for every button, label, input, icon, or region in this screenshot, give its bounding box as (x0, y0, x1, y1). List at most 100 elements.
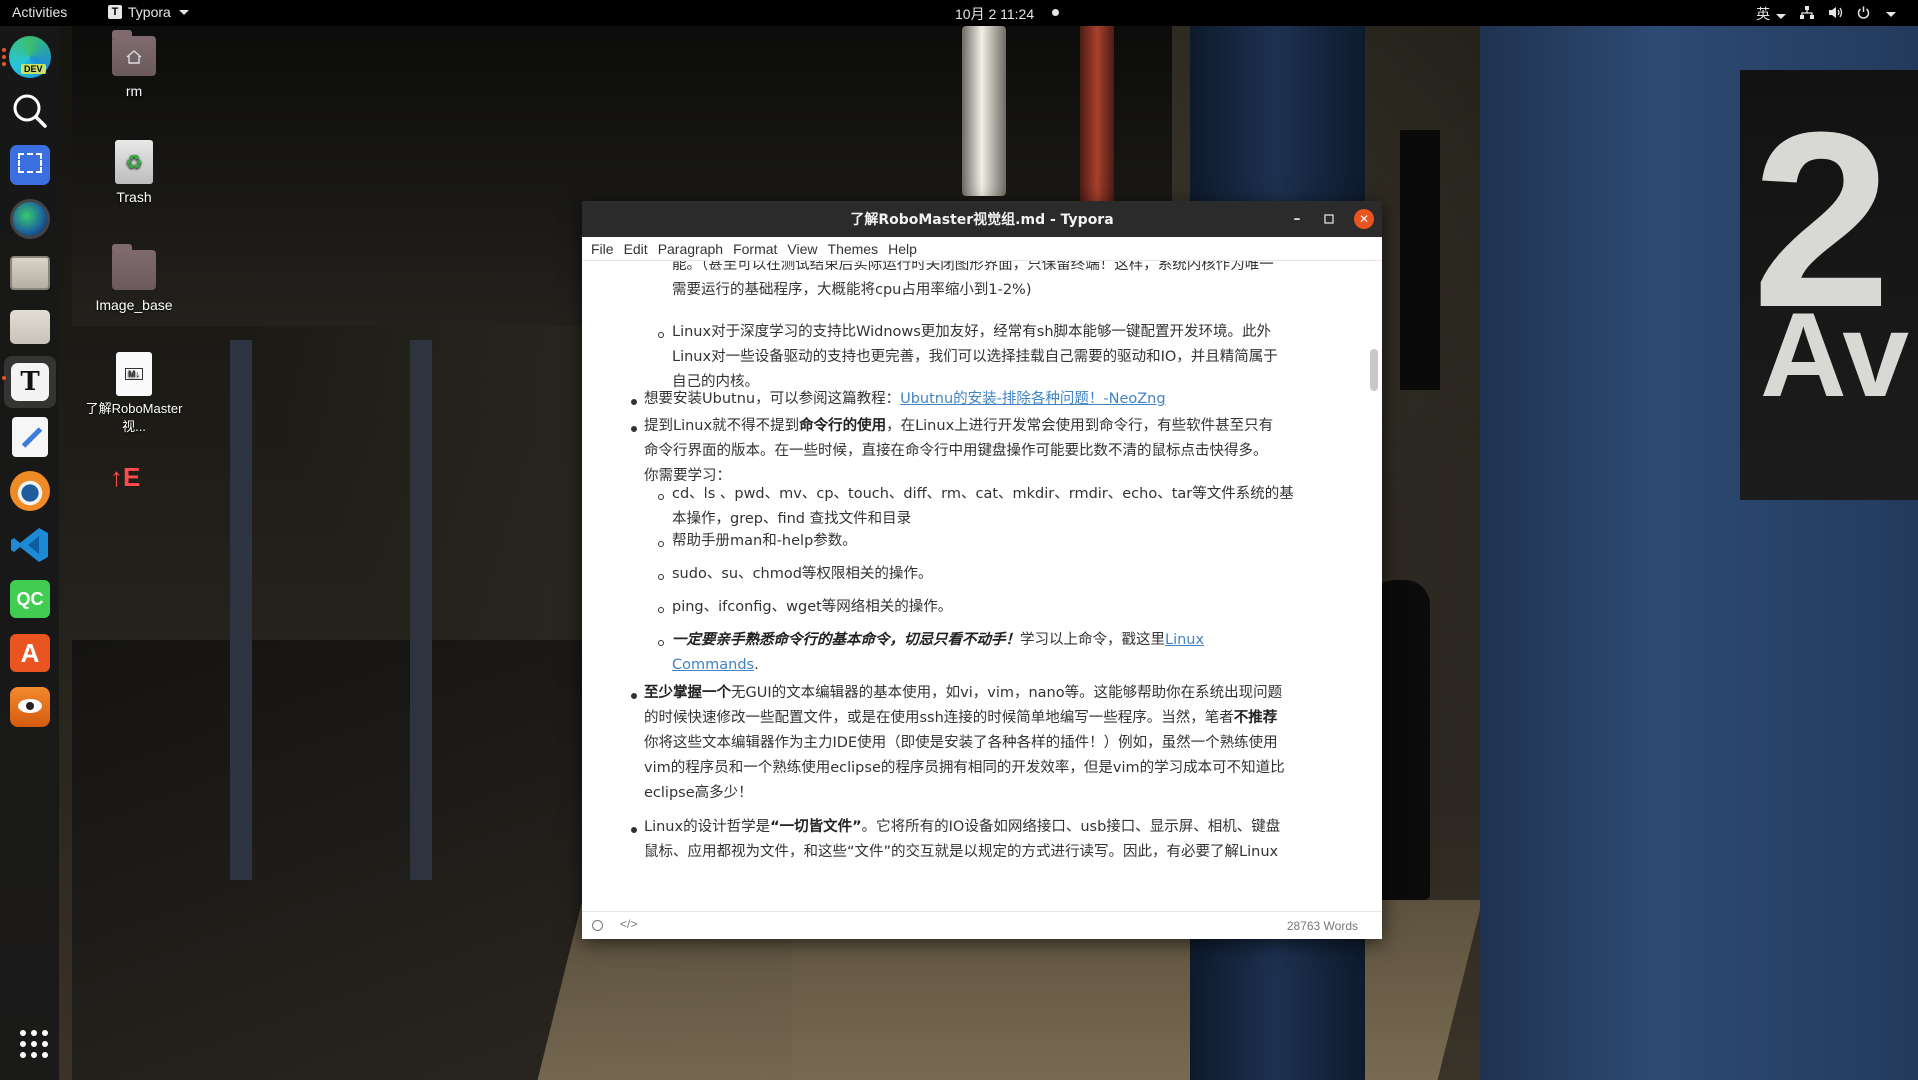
linux-commands-link[interactable]: Linux (1165, 632, 1204, 648)
dock-file-manager[interactable] (9, 252, 51, 294)
list-item-text: Linux对于深度学习的支持比Widnows更加友好，经常有sh脚本能够一键配置… (672, 320, 1278, 395)
close-icon[interactable]: ✕ (1354, 209, 1374, 229)
list-item-text: 想要安装Ubutnu，可以参阅这篇教程：Ubutnu的安装-排除各种问题！-Ne… (644, 387, 1166, 412)
menu-help[interactable]: Help (883, 241, 922, 257)
screenshot-icon (10, 145, 50, 185)
folder-icon (112, 244, 156, 290)
tutorial-link[interactable]: Ubutnu的安装-排除各种问题！-NeoZng (900, 391, 1166, 407)
dock-text-editor[interactable] (9, 416, 51, 458)
text-line: Commands. (672, 653, 1204, 678)
markdown-file-icon: M↓ (116, 352, 152, 396)
status-bar: </> 28763 Words (582, 911, 1382, 939)
blender-icon (10, 471, 50, 511)
typora-icon: T (108, 5, 122, 19)
list-bullet (658, 332, 664, 338)
dock-software-center[interactable]: A (9, 632, 51, 674)
markdown-badge: M↓ (125, 368, 143, 380)
dock-browser[interactable] (9, 198, 51, 240)
list-item-text: Linux的设计哲学是“一切皆文件”。它将所有的IO设备如网络接口、usb接口、… (644, 815, 1280, 865)
menu-paragraph[interactable]: Paragraph (653, 241, 728, 257)
typora-window: 了解RoboMaster视觉组.md - Typora – ✕ File Edi… (582, 201, 1382, 939)
list-bullet (631, 693, 637, 699)
text-line: 一定要亲手熟悉命令行的基本命令，切忌只看不动手！学习以上命令，戳这里Linux (672, 628, 1204, 653)
menu-edit[interactable]: Edit (619, 241, 653, 257)
text-editor-icon (12, 417, 48, 457)
text-line: vim的程序员和一个熟练使用eclipse的程序员拥有相同的开发效率，但是vim… (644, 760, 1285, 776)
desktop-icon-markdown-file[interactable]: M↓ 了解RoboMaster视... (80, 352, 188, 436)
desktop-icon-label: Trash (116, 189, 152, 205)
text-span: 。它将所有的IO设备如网络接口、usb接口、显示屏、相机、键盘 (861, 819, 1281, 835)
window-title: 了解RoboMaster视觉组.md - Typora (850, 212, 1114, 228)
wallpaper-pillar (410, 340, 432, 880)
desktop-icon-image-base[interactable]: Image_base (86, 244, 182, 314)
list-bullet (658, 541, 664, 547)
top-bar: Activities T Typora 10月 2 11:24 英 (0, 0, 1918, 26)
software-center-icon: A (10, 634, 50, 672)
text-span: 的时候快速修改一些配置文件，或是在使用ssh连接的时候简单地编写一些程序。当然，… (644, 710, 1234, 726)
dock-blender[interactable] (9, 470, 51, 512)
menu-file[interactable]: File (586, 241, 619, 257)
text-line: 需要运行的基础程序，大概能将cpu占用率缩小到1-2%) (672, 282, 1032, 298)
editor-content[interactable]: 能。（甚至可以在测试结束后实际运行时关闭图形界面，只保留终端！这样，系统内核作为… (582, 261, 1372, 911)
dock-anki[interactable] (9, 686, 51, 728)
edge-dev-icon: DEV (9, 36, 51, 78)
power-icon[interactable] (1857, 6, 1870, 22)
word-count[interactable]: 28763 Words (1287, 919, 1358, 933)
text-line: 鼠标、应用都视为文件，和这些“文件”的交互就是以规定的方式进行读写。因此，有必要… (644, 844, 1279, 860)
desktop-icon-label: 了解RoboMaster视... (85, 401, 183, 434)
dock-qt-creator[interactable]: QC (9, 578, 51, 620)
menu-themes[interactable]: Themes (823, 241, 884, 257)
linux-commands-link[interactable]: Commands (672, 657, 754, 673)
list-item-text: 能。（甚至可以在测试结束后实际运行时关闭图形界面，只保留终端！这样，系统内核作为… (672, 261, 1274, 303)
trash-icon: ♻ (115, 140, 153, 184)
list-item-text: 帮助手册man和-help参数。 (672, 533, 857, 549)
dock-search[interactable] (9, 90, 51, 132)
dock-edge-dev[interactable]: DEV (9, 36, 51, 78)
desktop-icon-trash[interactable]: ♻ Trash (86, 140, 182, 206)
menu-view[interactable]: View (782, 241, 822, 257)
list-bullet (631, 827, 637, 833)
desktop-icon-label: Image_base (95, 297, 173, 313)
activities-button[interactable]: Activities (12, 4, 67, 20)
dock-files[interactable] (9, 306, 51, 348)
chevron-down-icon (1886, 11, 1896, 17)
network-icon[interactable] (1800, 6, 1814, 22)
text-span: 提到Linux就不得不提到 (644, 418, 800, 434)
menu-format[interactable]: Format (728, 241, 782, 257)
text-line: 提到Linux就不得不提到命令行的使用，在Linux上进行开发常会使用到命令行，… (644, 414, 1273, 439)
text-line: 的时候快速修改一些配置文件，或是在使用ssh连接的时候简单地编写一些程序。当然，… (644, 706, 1285, 731)
clock[interactable]: 10月 2 11:24 (955, 4, 1034, 24)
maximize-icon[interactable] (1314, 201, 1344, 237)
desktop-icon-home[interactable]: rm (86, 30, 182, 100)
wallpaper-exit-sign: ↑E (110, 462, 141, 492)
dock-vscode[interactable] (9, 524, 51, 566)
search-icon (13, 94, 47, 128)
menu-bar: File Edit Paragraph Format View Themes H… (582, 237, 1382, 261)
list-bullet (658, 494, 664, 500)
list-item-text: ping、ifconfig、wget等网络相关的操作。 (672, 599, 953, 615)
show-applications-icon[interactable] (20, 1030, 48, 1058)
window-titlebar[interactable]: 了解RoboMaster视觉组.md - Typora – ✕ (582, 201, 1382, 237)
app-menu[interactable]: T Typora (108, 4, 189, 20)
text-span: ，在Linux上进行开发常会使用到命令行，有些软件甚至只有 (886, 418, 1274, 434)
text-span: 想要安装Ubutnu，可以参阅这篇教程： (644, 391, 901, 407)
dock-typora[interactable]: T (4, 356, 56, 408)
input-method-indicator[interactable]: 英 (1756, 4, 1786, 24)
list-item-text: 一定要亲手熟悉命令行的基本命令，切忌只看不动手！学习以上命令，戳这里Linux … (672, 628, 1204, 678)
text-span: 无GUI的文本编辑器的基本使用，如vi，vim，nano等。这能够帮助你在系统出… (731, 685, 1283, 701)
system-tray[interactable]: 英 (1756, 4, 1896, 24)
text-line: 你将这些文本编辑器作为主力IDE使用（即使是安装了各种各样的插件！）例如，虽然一… (644, 735, 1278, 751)
source-code-icon[interactable]: </> (620, 917, 637, 931)
text-line: Linux的设计哲学是“一切皆文件”。它将所有的IO设备如网络接口、usb接口、… (644, 815, 1280, 840)
bold-text: 命令行的使用 (799, 418, 887, 434)
dock-screenshot[interactable] (9, 144, 51, 186)
volume-icon[interactable] (1828, 6, 1843, 22)
minimize-icon[interactable]: – (1282, 201, 1312, 237)
text-line: eclipse高多少！ (644, 785, 753, 801)
input-method-label: 英 (1756, 6, 1771, 22)
bold-text: 不推荐 (1233, 710, 1278, 726)
outline-toggle-icon[interactable] (592, 920, 603, 931)
bold-italic-text: 一定要亲手熟悉命令行的基本命令，切忌只看不动手！ (672, 632, 1020, 648)
scrollbar-thumb[interactable] (1370, 349, 1378, 391)
dock: DEV T QC A (0, 26, 59, 1080)
